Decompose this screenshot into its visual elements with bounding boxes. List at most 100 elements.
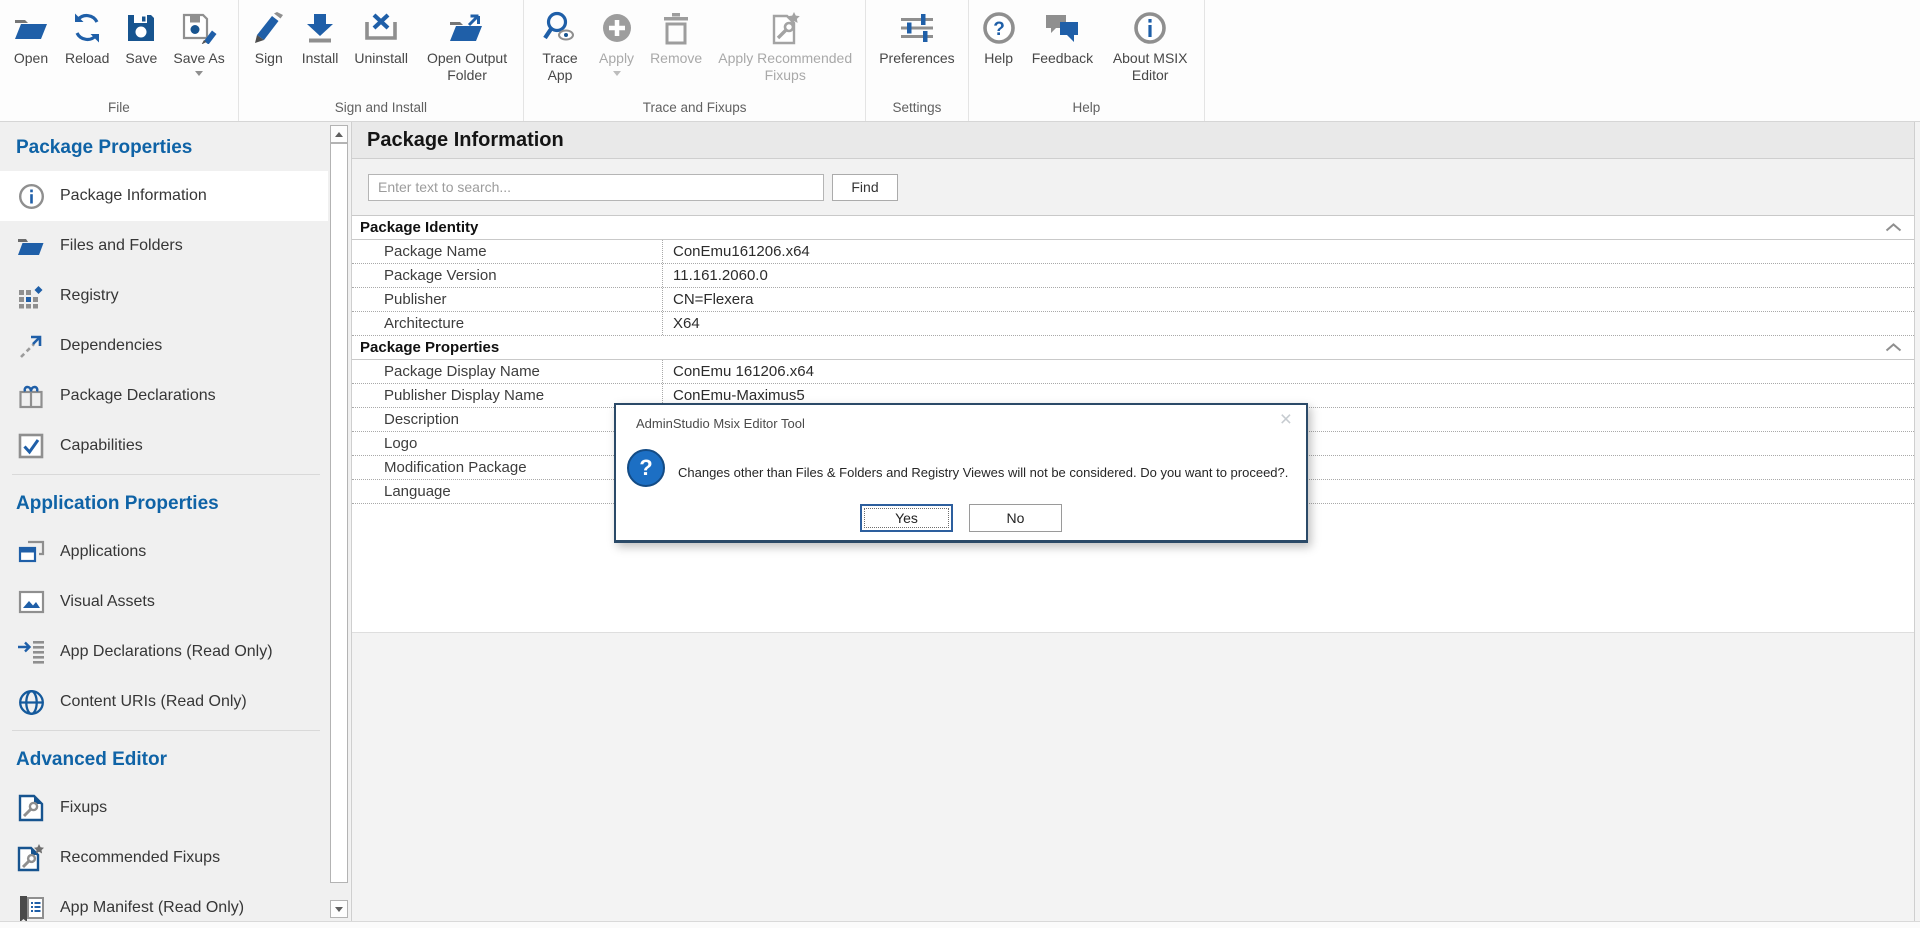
sidebar-item-applications[interactable]: Applications bbox=[0, 527, 328, 577]
help-button-label: Help bbox=[984, 50, 1013, 67]
preferences-button[interactable]: Preferences bbox=[872, 7, 961, 69]
sidebar-item-label: Fixups bbox=[60, 799, 107, 817]
chevron-down-icon bbox=[613, 71, 621, 76]
sidebar-item-label: Dependencies bbox=[60, 337, 162, 355]
sidebar-item-app-declarations[interactable]: App Declarations (Read Only) bbox=[0, 627, 328, 677]
trace-app-button[interactable]: Trace App bbox=[530, 7, 590, 85]
sidebar-item-app-manifest[interactable]: App Manifest (Read Only) bbox=[0, 883, 328, 921]
sidebar-separator bbox=[12, 730, 320, 731]
chevron-up-icon[interactable] bbox=[1885, 343, 1902, 352]
row-value[interactable]: 11.161.2060.0 bbox=[663, 264, 1914, 287]
folder-icon bbox=[16, 234, 46, 258]
row-value[interactable]: CN=Flexera bbox=[663, 288, 1914, 311]
open-button-label: Open bbox=[14, 50, 48, 67]
save-as-icon bbox=[181, 9, 217, 47]
help-question-icon: ? bbox=[982, 9, 1016, 47]
dialog-title: AdminStudio Msix Editor Tool bbox=[636, 416, 805, 431]
feedback-button[interactable]: Feedback bbox=[1025, 7, 1100, 69]
row-label: Package Version bbox=[352, 264, 663, 287]
globe-icon bbox=[16, 689, 46, 716]
chevron-up-icon[interactable] bbox=[1885, 223, 1902, 232]
dependencies-icon bbox=[16, 333, 46, 360]
scroll-down-button[interactable] bbox=[330, 900, 348, 918]
remove-button-label: Remove bbox=[650, 50, 702, 67]
uninstall-button[interactable]: Uninstall bbox=[347, 7, 415, 69]
save-button[interactable]: Save bbox=[118, 7, 164, 69]
trash-icon bbox=[661, 9, 691, 47]
help-button[interactable]: ? Help bbox=[975, 7, 1023, 69]
section-header-package-properties: Package Properties bbox=[352, 336, 1914, 360]
open-output-folder-button[interactable]: Open Output Folder bbox=[417, 7, 517, 85]
sidebar-item-visual-assets[interactable]: Visual Assets bbox=[0, 577, 328, 627]
table-row: Package Version 11.161.2060.0 bbox=[352, 264, 1914, 288]
sidebar-item-content-uris[interactable]: Content URIs (Read Only) bbox=[0, 677, 328, 727]
about-msix-editor-button-label: About MSIX Editor bbox=[1109, 50, 1191, 83]
row-value[interactable]: ConEmu161206.x64 bbox=[663, 240, 1914, 263]
app-declarations-icon bbox=[16, 639, 46, 665]
table-row: Package Name ConEmu161206.x64 bbox=[352, 240, 1914, 264]
confirmation-dialog: AdminStudio Msix Editor Tool × ? Changes… bbox=[614, 403, 1308, 543]
ribbon-group-label: Sign and Install bbox=[245, 96, 517, 121]
save-icon bbox=[125, 9, 157, 47]
sidebar-item-recommended-fixups[interactable]: Recommended Fixups bbox=[0, 833, 328, 883]
row-label: Package Name bbox=[352, 240, 663, 263]
reload-button[interactable]: Reload bbox=[58, 7, 116, 69]
sidebar-item-registry[interactable]: Registry bbox=[0, 271, 328, 321]
install-button[interactable]: Install bbox=[295, 7, 346, 69]
open-button[interactable]: Open bbox=[6, 7, 56, 69]
sign-button-label: Sign bbox=[255, 50, 283, 67]
registry-icon bbox=[16, 283, 46, 309]
no-button[interactable]: No bbox=[969, 504, 1062, 532]
table-row: Architecture X64 bbox=[352, 312, 1914, 336]
sidebar-item-label: Package Declarations bbox=[60, 387, 216, 405]
remove-button: Remove bbox=[643, 7, 709, 69]
sidebar-item-label: Recommended Fixups bbox=[60, 849, 220, 867]
sidebar-item-capabilities[interactable]: Capabilities bbox=[0, 421, 328, 471]
sidebar-item-label: Capabilities bbox=[60, 437, 143, 455]
visual-assets-icon bbox=[16, 590, 46, 614]
sign-button[interactable]: Sign bbox=[245, 7, 293, 69]
sliders-icon bbox=[899, 9, 935, 47]
applications-icon bbox=[16, 540, 46, 564]
sidebar-item-fixups[interactable]: Fixups bbox=[0, 783, 328, 833]
uninstall-button-label: Uninstall bbox=[354, 50, 408, 67]
row-value[interactable]: X64 bbox=[663, 312, 1914, 335]
install-button-label: Install bbox=[302, 50, 339, 67]
ribbon-group-settings: Preferences Settings bbox=[866, 0, 968, 121]
find-button[interactable]: Find bbox=[832, 174, 898, 201]
scroll-up-button[interactable] bbox=[330, 125, 348, 143]
fixups-wrench-star-icon bbox=[767, 9, 803, 47]
reload-button-label: Reload bbox=[65, 50, 109, 67]
sidebar-item-files-and-folders[interactable]: Files and Folders bbox=[0, 221, 328, 271]
ribbon-group-label: File bbox=[6, 96, 232, 121]
apply-button: Apply bbox=[592, 7, 641, 78]
window-bottom-strip bbox=[0, 921, 1920, 928]
dialog-buttons: Yes No bbox=[616, 504, 1306, 532]
sidebar-item-label: Visual Assets bbox=[60, 593, 155, 611]
sidebar-section-title: Advanced Editor bbox=[0, 734, 328, 783]
sidebar-item-package-information[interactable]: Package Information bbox=[0, 171, 328, 221]
scrollbar-thumb[interactable] bbox=[330, 143, 348, 883]
apply-recommended-fixups-button-label: Apply Recommended Fixups bbox=[718, 50, 852, 83]
apply-recommended-fixups-button: Apply Recommended Fixups bbox=[711, 7, 859, 85]
page-title: Package Information bbox=[367, 129, 564, 152]
sidebar-item-dependencies[interactable]: Dependencies bbox=[0, 321, 328, 371]
triangle-down-icon bbox=[335, 907, 343, 912]
save-button-label: Save bbox=[125, 50, 157, 67]
sidebar-scrollbar[interactable] bbox=[328, 122, 350, 921]
chevron-down-icon[interactable] bbox=[195, 71, 203, 76]
apply-plus-icon bbox=[600, 9, 634, 47]
triangle-up-icon bbox=[335, 132, 343, 137]
open-folder-icon bbox=[13, 9, 49, 47]
sidebar-item-package-declarations[interactable]: Package Declarations bbox=[0, 371, 328, 421]
section-header-label: Package Identity bbox=[360, 219, 478, 236]
close-icon[interactable]: × bbox=[1280, 409, 1292, 430]
about-msix-editor-button[interactable]: About MSIX Editor bbox=[1102, 7, 1198, 85]
search-input[interactable] bbox=[368, 174, 824, 201]
save-as-button[interactable]: Save As bbox=[166, 7, 231, 78]
sidebar-item-label: Package Information bbox=[60, 187, 207, 205]
ribbon-group-label: Help bbox=[975, 96, 1198, 121]
feedback-button-label: Feedback bbox=[1032, 50, 1093, 67]
row-value[interactable]: ConEmu 161206.x64 bbox=[663, 360, 1914, 383]
yes-button[interactable]: Yes bbox=[860, 504, 953, 532]
